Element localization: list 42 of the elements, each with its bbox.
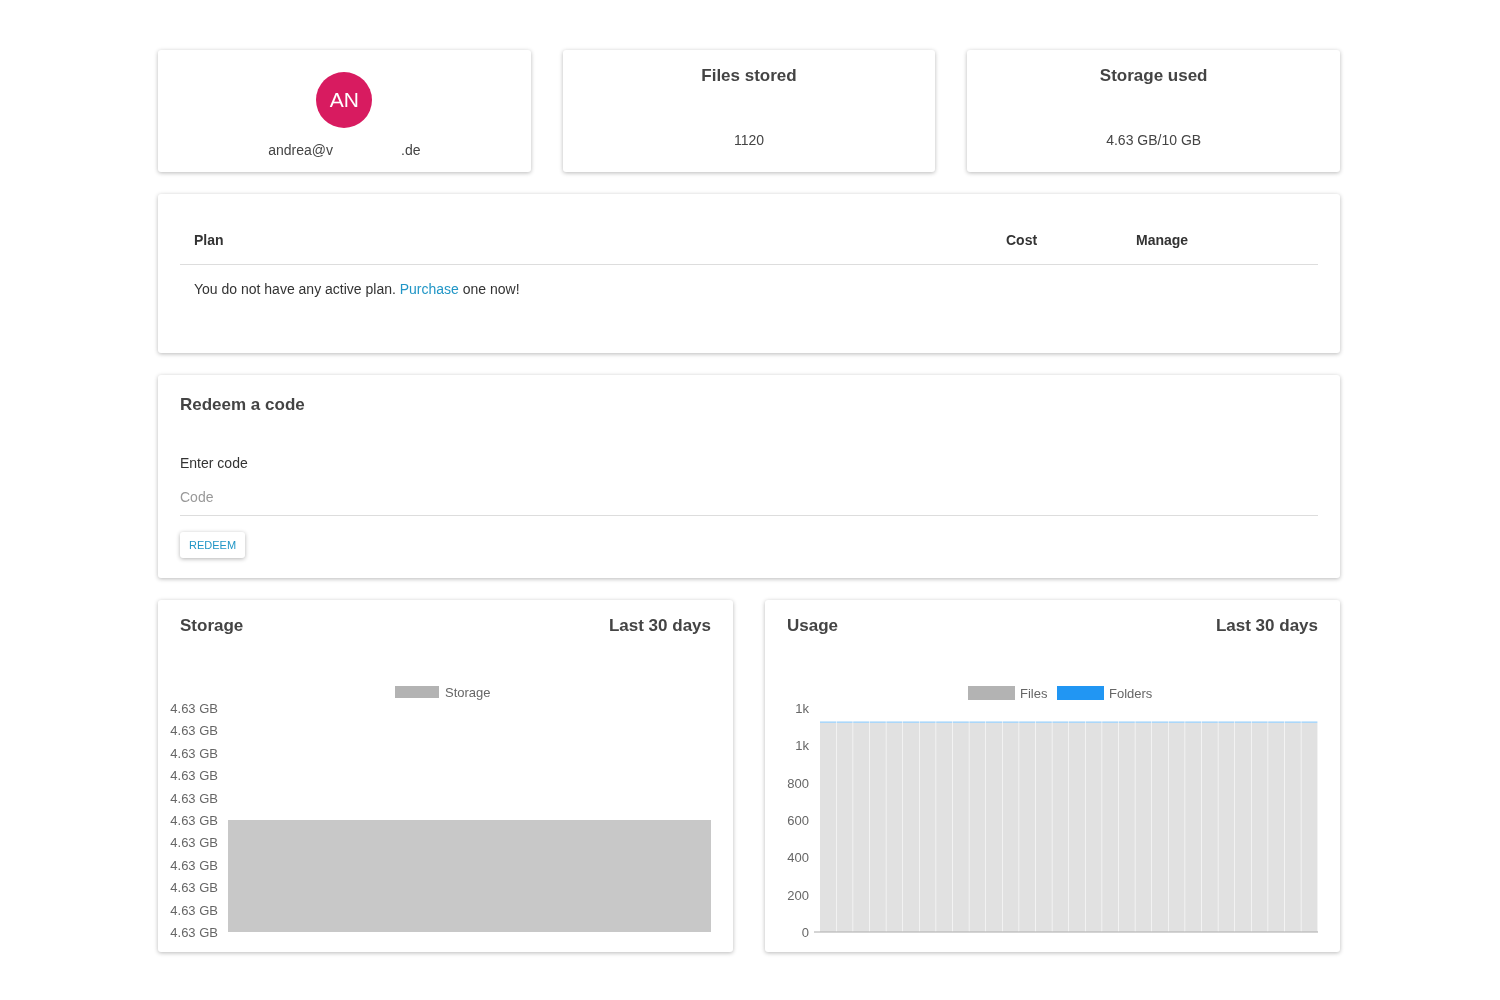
axis-label: 4.63 GB: [170, 723, 218, 739]
purchase-link[interactable]: Purchase: [399, 281, 459, 297]
axis-label: 4.63 GB: [170, 857, 218, 873]
legend-item: Storage: [395, 685, 491, 700]
email-text: .de: [401, 142, 421, 158]
legend-label: Files: [1020, 686, 1048, 701]
axis-label: 1k: [795, 701, 809, 716]
legend-item: Folders: [1057, 686, 1153, 701]
axis-label: 200: [787, 887, 809, 903]
chart-title: Storage: [180, 616, 244, 636]
redeem-button[interactable]: REDEEM: [180, 532, 246, 558]
legend-item: Files: [968, 686, 1048, 701]
axis-label: 4.63 GB: [170, 880, 218, 896]
period-label: Last 30 days: [1215, 616, 1318, 636]
axis-label: 400: [787, 850, 809, 866]
stat-title: Storage used: [1099, 66, 1208, 86]
stat-title: Files stored: [701, 66, 797, 86]
axis-label: 4.63 GB: [170, 701, 218, 716]
period-label: Last 30 days: [608, 616, 711, 636]
stat-value: 4.63 GB/10 GB: [1106, 132, 1202, 148]
axis-label: 4.63 GB: [170, 925, 218, 940]
axis-label: 4.63 GB: [170, 813, 218, 828]
email-text: andrea@v: [268, 142, 333, 158]
column-header: Cost: [1006, 232, 1039, 248]
axis-label: 4.63 GB: [170, 768, 218, 784]
axis-label: 0: [801, 925, 809, 940]
legend-label: Folders: [1109, 686, 1153, 701]
axis-label: 4.63 GB: [170, 902, 218, 918]
section-title: Redeem a code: [180, 395, 306, 415]
column-header: Plan: [194, 232, 225, 248]
axis-label: 600: [787, 813, 809, 828]
plan-message: You do not have any active plan. Purchase one now!: [193, 280, 521, 299]
axis-label: 1k: [795, 738, 809, 754]
axis-label: 4.63 GB: [170, 745, 218, 761]
stat-value: 1120: [733, 132, 765, 148]
axis-label: 4.63 GB: [170, 835, 218, 851]
chart-title: Usage: [787, 616, 839, 636]
column-header: Manage: [1136, 232, 1190, 248]
axis-label: 4.63 GB: [170, 790, 218, 806]
field-label: Enter code: [180, 455, 249, 471]
axis-label: 800: [787, 775, 809, 791]
avatar: AN: [316, 72, 373, 128]
